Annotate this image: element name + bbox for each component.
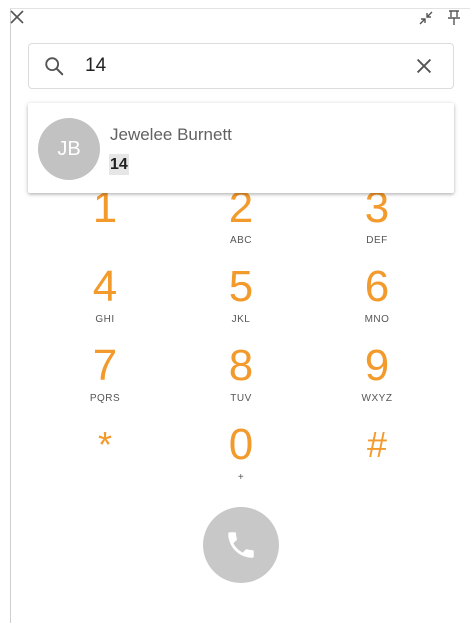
dial-key-5[interactable]: 5 JKL <box>191 262 291 338</box>
dial-key-3[interactable]: 3 DEF <box>327 183 427 259</box>
dial-key-9[interactable]: 9 WXYZ <box>327 341 427 417</box>
dial-key-star[interactable]: * <box>55 420 155 496</box>
dial-key-letters: PQRS <box>89 393 121 404</box>
dial-key-letters: DEF <box>366 235 388 246</box>
call-button[interactable] <box>203 507 279 583</box>
dial-key-digit: 7 <box>92 341 118 390</box>
dial-key-digit: * <box>97 424 112 465</box>
dial-key-0[interactable]: 0 + <box>191 420 291 496</box>
avatar: JB <box>38 118 100 180</box>
contact-name: Jewelee Burnett <box>110 125 232 144</box>
dial-key-letters: MNO <box>364 314 390 325</box>
dial-key-8[interactable]: 8 TUV <box>191 341 291 417</box>
dial-key-letters: WXYZ <box>361 393 393 404</box>
dial-key-letters: JKL <box>231 314 251 325</box>
dial-key-letters: + <box>237 472 245 483</box>
dial-key-digit: 4 <box>92 262 118 311</box>
dial-key-digit: # <box>366 424 388 465</box>
dial-key-letters: GHI <box>95 314 115 325</box>
contact-number: 14 <box>109 154 129 175</box>
dial-key-4[interactable]: 4 GHI <box>55 262 155 338</box>
dial-key-digit: 6 <box>364 262 390 311</box>
dial-key-1[interactable]: 1 <box>55 183 155 259</box>
dial-key-7[interactable]: 7 PQRS <box>55 341 155 417</box>
dial-key-digit: 0 <box>228 420 254 469</box>
dial-key-letters: TUV <box>230 393 252 404</box>
dial-key-hash[interactable]: # <box>327 420 427 496</box>
dial-key-digit: 8 <box>228 341 254 390</box>
dial-key-letters: ABC <box>229 235 253 246</box>
dial-key-2[interactable]: 2 ABC <box>191 183 291 259</box>
dial-key-6[interactable]: 6 MNO <box>327 262 427 338</box>
dial-key-digit: 5 <box>228 262 254 311</box>
contact-suggestion[interactable]: JB Jewelee Burnett 14 <box>28 103 454 193</box>
phone-icon <box>228 532 254 558</box>
dial-key-digit: 9 <box>364 341 390 390</box>
